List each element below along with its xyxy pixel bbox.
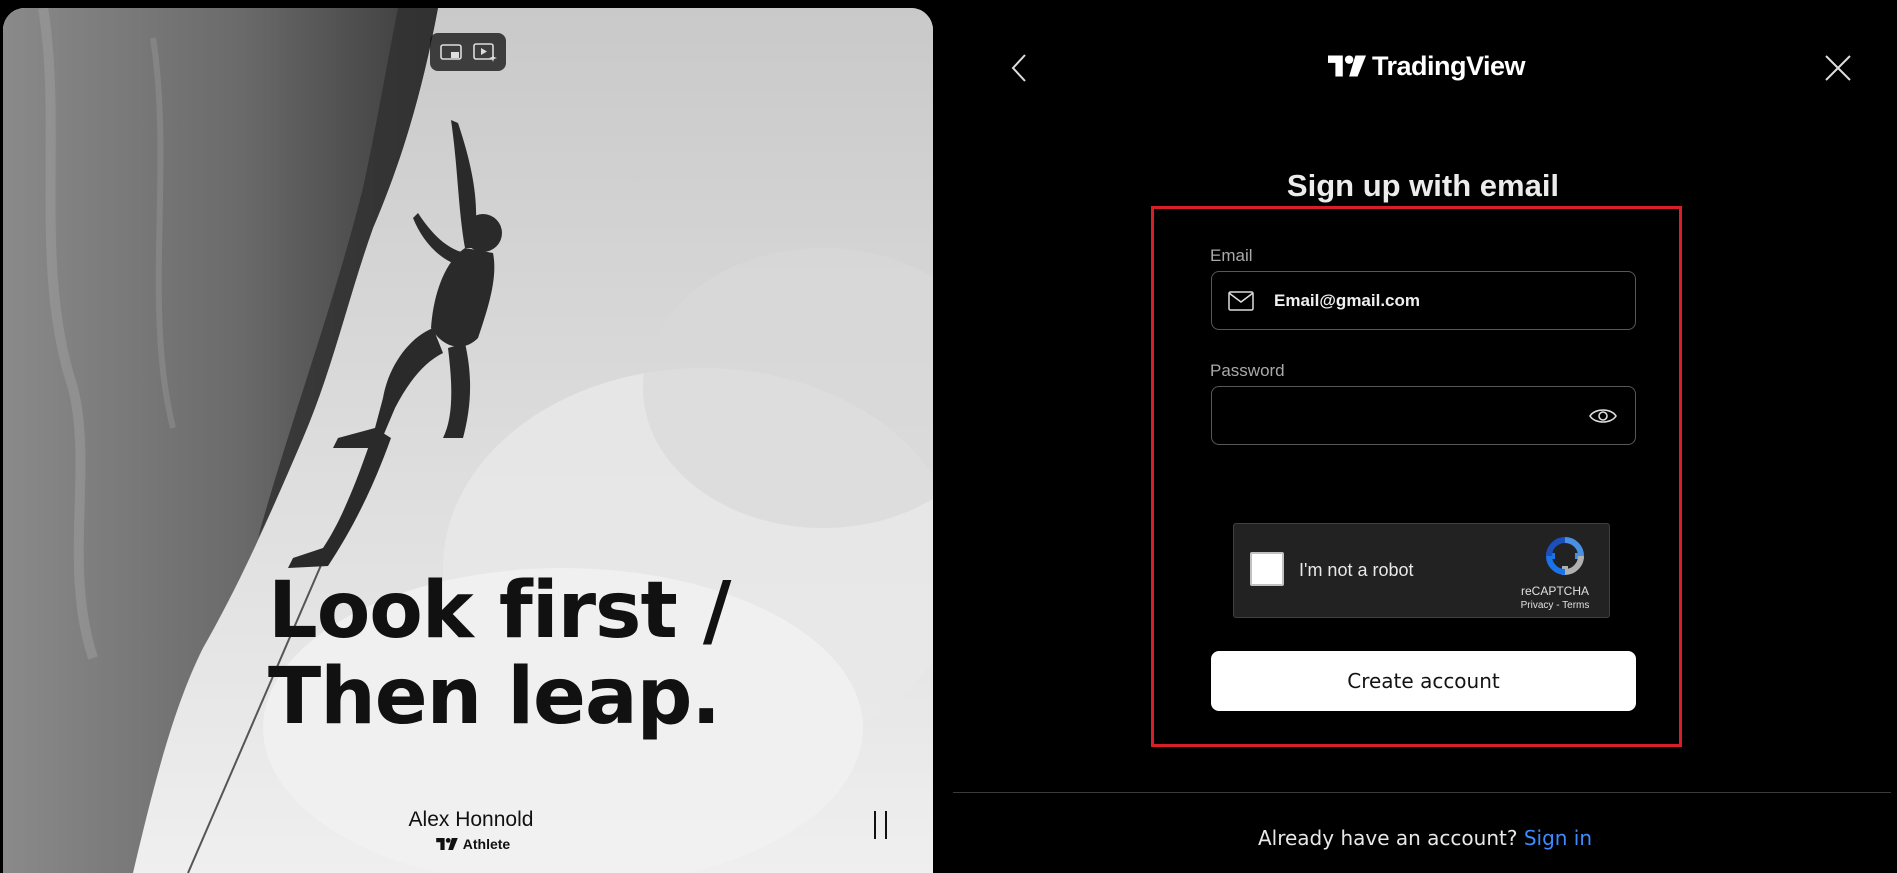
password-label: Password [1210, 361, 1285, 380]
recaptcha-brand: reCAPTCHA [1520, 584, 1589, 598]
brand-name: TradingView [1372, 50, 1526, 81]
signin-prompt-text: Already have an account? [1257, 826, 1518, 850]
recaptcha-logo [1545, 537, 1585, 576]
email-label: Email [1210, 246, 1253, 265]
headline-line-2: Then leap. [268, 652, 721, 742]
recaptcha-widget: I'm not a robot reCAPTCHA Privacy - Term… [1233, 523, 1610, 618]
close-icon[interactable] [1818, 50, 1858, 86]
climber-photo [3, 8, 933, 873]
email-field[interactable]: Email@gmail.com [1211, 271, 1636, 330]
hero-panel: Look first / Then leap. Alex Honnold Ath… [3, 8, 933, 873]
back-chevron-icon[interactable] [1004, 50, 1034, 86]
recaptcha-checkbox[interactable] [1250, 552, 1284, 586]
email-value: Email@gmail.com [1274, 290, 1421, 310]
picture-in-picture-icon[interactable] [437, 38, 465, 66]
divider [953, 792, 1891, 793]
eye-icon[interactable] [1589, 403, 1617, 429]
athlete-role-label: Athlete [462, 836, 511, 852]
video-toolbar [430, 33, 506, 71]
mail-icon [1228, 290, 1254, 312]
create-account-button[interactable]: Create account [1211, 651, 1636, 711]
athlete-role: Athlete [403, 836, 543, 852]
brand-logo[interactable]: TradingView [1328, 48, 1526, 84]
recaptcha-label: I'm not a robot [1299, 560, 1414, 580]
athlete-name: Alex Honnold [408, 808, 534, 831]
pause-icon[interactable] [865, 808, 895, 842]
hero-headline: Look first / Then leap. [268, 566, 731, 742]
tradingview-logo [435, 838, 458, 850]
recaptcha-links[interactable]: Privacy - Terms [1515, 600, 1595, 611]
video-sparkle-icon[interactable] [471, 38, 499, 66]
signin-prompt: Already have an account? Sign in [1100, 826, 1750, 850]
page-title: Sign up with email [1286, 168, 1560, 203]
sign-in-link[interactable]: Sign in [1524, 826, 1592, 850]
password-field[interactable] [1211, 386, 1636, 445]
tradingview-logo [1328, 55, 1366, 77]
headline-line-1: Look first / [268, 566, 731, 656]
